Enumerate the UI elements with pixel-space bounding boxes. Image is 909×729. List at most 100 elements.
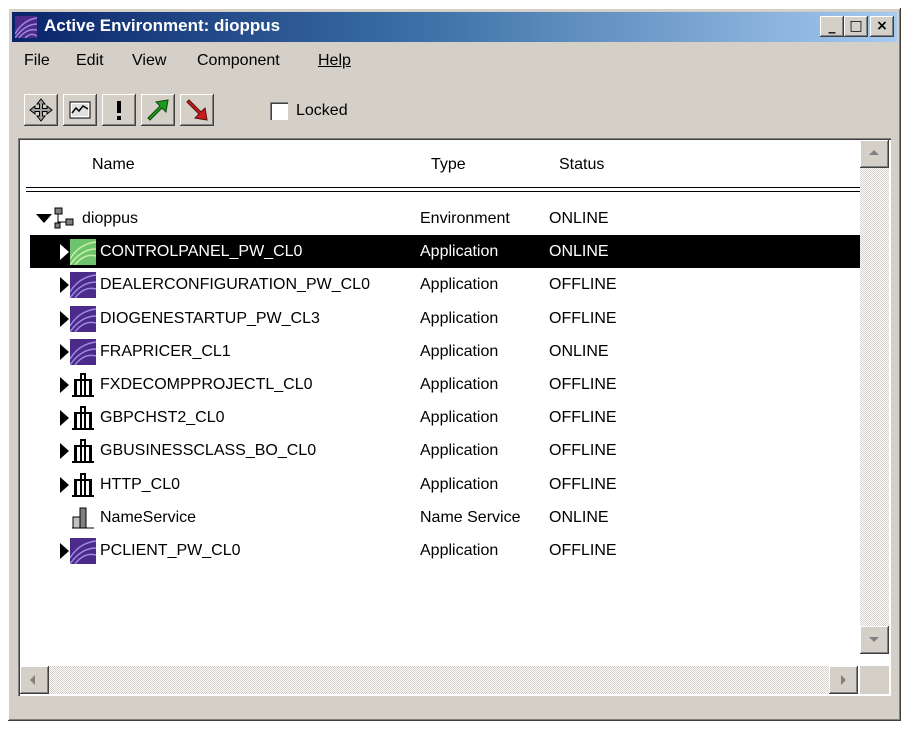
- tree-row[interactable]: FXDECOMPPROJECTL_CL0 Application OFFLINE: [30, 368, 864, 401]
- tree-row[interactable]: HTTP_CL0 Application OFFLINE: [30, 468, 864, 501]
- expand-arrow-right-icon[interactable]: [60, 543, 69, 559]
- row-status: OFFLINE: [549, 409, 617, 427]
- row-status: ONLINE: [549, 243, 609, 261]
- expand-arrow-right-icon[interactable]: [60, 277, 69, 294]
- row-name: DIOGENESTARTUP_PW_CL3: [100, 309, 320, 327]
- expand-arrow-right-icon[interactable]: [60, 443, 69, 460]
- environment-icon: [52, 206, 78, 232]
- row-status: OFFLINE: [549, 309, 617, 327]
- chart-icon: [69, 101, 91, 119]
- row-name: CONTROLPANEL_PW_CL0: [100, 243, 303, 261]
- purple-app-icon: [69, 272, 97, 299]
- tree-row[interactable]: DIOGENESTARTUP_PW_CL3 Application OFFLINE: [30, 302, 864, 335]
- tree-row[interactable]: PCLIENT_PW_CL0 Application OFFLINE: [30, 534, 864, 567]
- status-bar: [12, 702, 897, 716]
- chart-tool-button[interactable]: [63, 94, 97, 126]
- maximize-button[interactable]: □: [844, 16, 868, 37]
- horizontal-scrollbar[interactable]: [20, 666, 858, 694]
- move-tool-button[interactable]: [24, 94, 58, 126]
- row-type: Name Service: [420, 508, 521, 526]
- row-name: DEALERCONFIGURATION_PW_CL0: [100, 276, 370, 294]
- chevron-up-icon: [869, 150, 879, 155]
- green-up-arrow-icon: [147, 99, 169, 121]
- row-type: Application: [420, 342, 499, 360]
- expand-arrow-down-icon[interactable]: [36, 214, 52, 223]
- row-status: ONLINE: [549, 342, 609, 360]
- chevron-down-icon: [869, 637, 879, 642]
- expand-arrow-right-icon[interactable]: [60, 377, 69, 393]
- move-icon: [29, 98, 53, 122]
- purple-app-icon: [69, 538, 97, 565]
- tree-row[interactable]: NameService Name Service ONLINE: [30, 501, 864, 534]
- menu-component[interactable]: Component: [197, 52, 280, 70]
- scroll-left-button[interactable]: [20, 666, 49, 694]
- expand-arrow-right-icon[interactable]: [60, 310, 69, 327]
- row-type: Application: [420, 442, 499, 460]
- row-name: dioppus: [82, 210, 139, 227]
- row-name: FRAPRICER_CL1: [100, 342, 231, 360]
- tree-row[interactable]: GBUSINESSCLASS_BO_CL0 Application OFFLINE: [30, 434, 864, 467]
- row-status: OFFLINE: [549, 376, 617, 393]
- building-icon: [70, 405, 96, 431]
- row-status: OFFLINE: [549, 442, 617, 460]
- row-status: OFFLINE: [549, 475, 617, 493]
- expand-arrow-right-icon[interactable]: [60, 476, 69, 493]
- tree-row[interactable]: CONTROLPANEL_PW_CL0 Application ONLINE: [30, 235, 864, 269]
- row-name: NameService: [100, 508, 197, 526]
- minimize-button[interactable]: _: [820, 16, 844, 37]
- app-logo-icon: [15, 16, 37, 38]
- row-type: Application: [420, 475, 499, 493]
- exclamation-icon: [117, 101, 121, 120]
- locked-label: Locked: [296, 102, 348, 119]
- expand-arrow-right-icon[interactable]: [60, 410, 69, 427]
- vertical-scrollbar[interactable]: [860, 140, 889, 654]
- environment-tree[interactable]: Name Type Status dioppus Environment ONLIN…: [18, 138, 891, 696]
- alert-tool-button[interactable]: [102, 94, 136, 126]
- column-header-status[interactable]: Status: [559, 156, 604, 174]
- row-name: GBUSINESSCLASS_BO_CL0: [100, 442, 317, 460]
- toolbar: Locked: [12, 82, 897, 134]
- tree-row[interactable]: FRAPRICER_CL1 Application ONLINE: [30, 335, 864, 368]
- scroll-up-button[interactable]: [860, 140, 889, 168]
- green-app-icon: [69, 239, 97, 266]
- name-service-icon: [70, 505, 96, 531]
- row-status: ONLINE: [549, 508, 609, 526]
- scrollbar-corner: [860, 666, 889, 694]
- expand-arrow-right-icon[interactable]: [60, 343, 69, 360]
- purple-app-icon: [69, 305, 97, 333]
- row-type: Application: [420, 309, 499, 327]
- building-icon: [70, 438, 96, 464]
- close-button[interactable]: ×: [870, 16, 894, 37]
- menu-file[interactable]: File: [24, 52, 50, 70]
- column-header-type[interactable]: Type: [431, 156, 466, 174]
- stop-tool-button[interactable]: [180, 94, 214, 126]
- building-icon: [70, 372, 96, 398]
- scroll-right-button[interactable]: [829, 666, 858, 694]
- purple-app-icon: [69, 338, 97, 366]
- tree-row[interactable]: dioppus Environment ONLINE: [30, 202, 864, 235]
- row-type: Application: [420, 376, 499, 393]
- row-type: Application: [420, 276, 499, 294]
- tree-row[interactable]: DEALERCONFIGURATION_PW_CL0 Application OFF…: [30, 268, 864, 301]
- menu-edit[interactable]: Edit: [76, 52, 104, 70]
- building-icon: [70, 472, 96, 498]
- chevron-left-icon: [30, 675, 35, 685]
- chevron-right-icon: [841, 675, 846, 685]
- expand-arrow-right-icon[interactable]: [60, 244, 69, 261]
- scroll-down-button[interactable]: [860, 626, 889, 654]
- locked-checkbox[interactable]: [270, 102, 288, 120]
- start-tool-button[interactable]: [141, 94, 175, 126]
- tree-row[interactable]: GBPCHST2_CL0 Application OFFLINE: [30, 401, 864, 434]
- window-title: Active Environment: dioppus: [44, 16, 281, 35]
- column-header-name[interactable]: Name: [92, 156, 135, 174]
- row-status: ONLINE: [549, 210, 609, 227]
- row-status: OFFLINE: [549, 542, 617, 559]
- row-type: Application: [420, 542, 499, 559]
- row-type: Environment: [420, 210, 510, 227]
- row-name: FXDECOMPPROJECTL_CL0: [100, 376, 313, 393]
- menu-view[interactable]: View: [132, 52, 166, 70]
- row-type: Application: [420, 243, 499, 261]
- row-name: GBPCHST2_CL0: [100, 409, 225, 427]
- title-bar[interactable]: Active Environment: dioppus _ □ ×: [12, 12, 897, 42]
- menu-help[interactable]: Help: [318, 52, 351, 70]
